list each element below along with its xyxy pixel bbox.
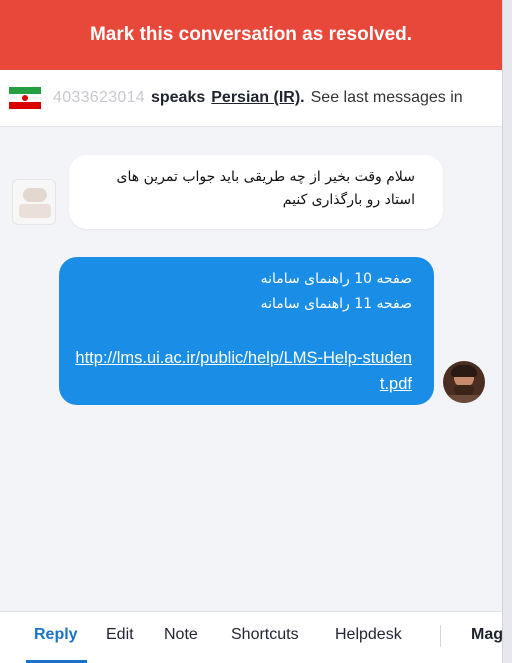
contact-phone: 4033623014 (53, 89, 145, 106)
composer-tab-bar: Reply Edit Note Shortcuts Helpdesk Mag (0, 611, 503, 663)
message-line: صفحه 10 راهنمای سامانه (260, 271, 412, 287)
resolve-conversation-button[interactable]: Mark this conversation as resolved. (0, 0, 502, 70)
tab-helpdesk[interactable]: Helpdesk (335, 626, 402, 644)
tab-shortcuts[interactable]: Shortcuts (231, 626, 299, 644)
help-pdf-link[interactable]: http://lms.ui.ac.ir/public/help/LMS-Help… (75, 345, 412, 397)
message-line: استاد رو بارگذاری کنیم (282, 192, 415, 208)
tab-divider (440, 625, 441, 647)
window-edge (502, 0, 512, 663)
iran-flag-icon (9, 87, 41, 109)
agent-avatar (443, 361, 485, 403)
message-line: سلام وقت بخیر از چه طریقی باید جواب تمری… (116, 169, 415, 185)
speaks-text: speaks (150, 89, 206, 106)
tab-more[interactable]: Mag (471, 626, 503, 644)
resolve-conversation-label: Mark this conversation as resolved. (89, 24, 413, 45)
language-period: . (300, 89, 305, 106)
language-info-bar: 4033623014 speaks Persian (IR) . See las… (0, 70, 502, 127)
tab-edit[interactable]: Edit (106, 626, 134, 644)
tab-reply[interactable]: Reply (34, 626, 78, 644)
message-line: صفحه 11 راهنمای سامانه (260, 296, 412, 312)
tab-note[interactable]: Note (164, 626, 198, 644)
see-last-messages-link[interactable]: See last messages in (311, 89, 463, 107)
outgoing-message-bubble: صفحه 10 راهنمای سامانه صفحه 11 راهنمای س… (59, 257, 434, 405)
contact-avatar (12, 179, 56, 225)
incoming-message-bubble: سلام وقت بخیر از چه طریقی باید جواب تمری… (69, 155, 443, 229)
language-link[interactable]: Persian (IR) (211, 89, 300, 107)
